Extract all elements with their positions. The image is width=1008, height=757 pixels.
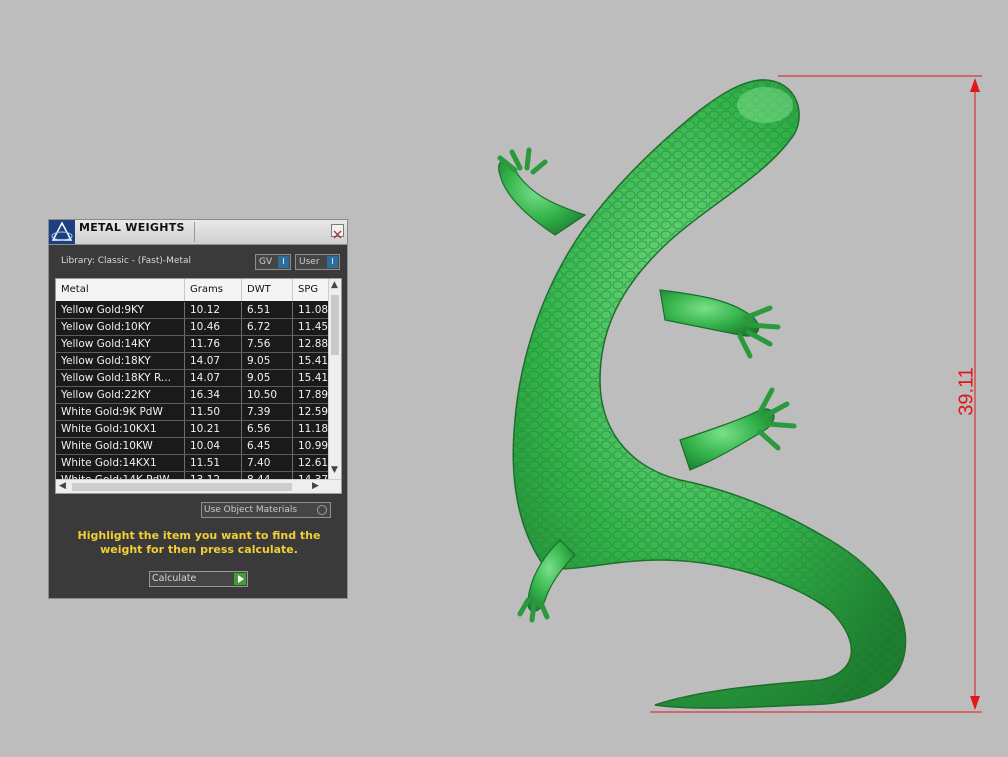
- spg-cell: 12.61: [293, 455, 333, 471]
- radio-icon: [317, 505, 327, 515]
- table-row[interactable]: Yellow Gold:18KY 14.07 9.05 15.41: [56, 353, 333, 370]
- metal-cell: Yellow Gold:9KY: [56, 302, 185, 318]
- column-header-dwt[interactable]: DWT: [242, 279, 293, 301]
- spg-cell: 12.88: [293, 336, 333, 352]
- column-header-spg[interactable]: SPG: [293, 279, 333, 301]
- dwt-cell: 6.51: [242, 302, 293, 318]
- horizontal-scroll-thumb[interactable]: [72, 483, 292, 491]
- panel-titlebar[interactable]: METAL WEIGHTS: [49, 220, 347, 245]
- dwt-cell: 6.72: [242, 319, 293, 335]
- gv-label: GV: [259, 257, 273, 267]
- dwt-cell: 7.56: [242, 336, 293, 352]
- grams-cell: 10.46: [185, 319, 242, 335]
- table-row[interactable]: Yellow Gold:10KY 10.46 6.72 11.45: [56, 319, 333, 336]
- table-row[interactable]: Yellow Gold:22KY 16.34 10.50 17.89: [56, 387, 333, 404]
- grams-cell: 11.50: [185, 404, 242, 420]
- grams-cell: 14.07: [185, 370, 242, 386]
- metal-cell: Yellow Gold:18KY: [56, 353, 185, 369]
- spg-cell: 11.08: [293, 302, 333, 318]
- spg-cell: 10.99: [293, 438, 333, 454]
- table-row[interactable]: White Gold:10KW 10.04 6.45 10.99: [56, 438, 333, 455]
- spg-cell: 15.41: [293, 353, 333, 369]
- spg-cell: 12.59: [293, 404, 333, 420]
- spg-cell: 11.45: [293, 319, 333, 335]
- metal-cell: White Gold:10KW: [56, 438, 185, 454]
- metal-cell: White Gold:9K PdW: [56, 404, 185, 420]
- vertical-scroll-thumb[interactable]: [331, 295, 339, 355]
- metal-weights-panel: METAL WEIGHTS Library: Classic - (Fast)-…: [48, 219, 348, 599]
- dwt-cell: 10.50: [242, 387, 293, 403]
- table-row[interactable]: White Gold:9K PdW 11.50 7.39 12.59: [56, 404, 333, 421]
- scroll-down-icon[interactable]: ▼: [331, 465, 338, 475]
- column-header-grams[interactable]: Grams: [185, 279, 242, 301]
- app-logo-icon: [49, 220, 75, 244]
- table-row[interactable]: Yellow Gold:9KY 10.12 6.51 11.08: [56, 302, 333, 319]
- use-object-materials-toggle[interactable]: Use Object Materials: [201, 502, 331, 518]
- grams-cell: 10.12: [185, 302, 242, 318]
- dimension-label: 39.11: [955, 367, 978, 416]
- calculate-button[interactable]: Calculate: [149, 571, 248, 587]
- dwt-cell: 7.40: [242, 455, 293, 471]
- title-divider: [194, 222, 195, 242]
- table-body: Yellow Gold:9KY 10.12 6.51 11.08 Yellow Gold…: [56, 302, 333, 489]
- grams-cell: 10.21: [185, 421, 242, 437]
- metal-cell: Yellow Gold:14KY: [56, 336, 185, 352]
- library-label: Library: Classic - (Fast)-Metal: [61, 256, 192, 266]
- dwt-cell: 6.45: [242, 438, 293, 454]
- gv-toggle[interactable]: GV I: [255, 254, 291, 270]
- table-row[interactable]: White Gold:14KX1 11.51 7.40 12.61: [56, 455, 333, 472]
- toggle-indicator-icon: I: [278, 256, 289, 268]
- scroll-up-icon[interactable]: ▲: [331, 280, 338, 290]
- dwt-cell: 9.05: [242, 370, 293, 386]
- grams-cell: 16.34: [185, 387, 242, 403]
- scroll-left-icon[interactable]: ◀: [59, 481, 66, 491]
- dwt-cell: 9.05: [242, 353, 293, 369]
- crocodile-model[interactable]: [360, 0, 1008, 753]
- metal-cell: White Gold:10KX1: [56, 421, 185, 437]
- grams-cell: 11.76: [185, 336, 242, 352]
- grams-cell: 14.07: [185, 353, 242, 369]
- use-object-materials-label: Use Object Materials: [204, 505, 298, 515]
- metal-cell: Yellow Gold:18KY R...: [56, 370, 185, 386]
- user-toggle[interactable]: User I: [295, 254, 340, 270]
- user-label: User: [299, 257, 320, 267]
- vertical-scrollbar[interactable]: ▲ ▼: [328, 279, 341, 479]
- 3d-viewport[interactable]: [360, 0, 1008, 753]
- calculate-label: Calculate: [152, 573, 197, 584]
- dwt-cell: 7.39: [242, 404, 293, 420]
- metal-table[interactable]: Metal Grams DWT SPG Yellow Gold:9KY 10.12…: [55, 278, 342, 494]
- panel-title: METAL WEIGHTS: [79, 221, 185, 234]
- table-header: Metal Grams DWT SPG: [56, 279, 333, 301]
- metal-cell: Yellow Gold:22KY: [56, 387, 185, 403]
- close-button[interactable]: [331, 224, 344, 239]
- dwt-cell: 6.56: [242, 421, 293, 437]
- column-header-metal[interactable]: Metal: [56, 279, 185, 301]
- toggle-indicator-icon: I: [327, 256, 338, 268]
- instruction-text: Highlight the item you want to find the …: [77, 529, 321, 556]
- table-row[interactable]: White Gold:10KX1 10.21 6.56 11.18: [56, 421, 333, 438]
- spg-cell: 17.89: [293, 387, 333, 403]
- grams-cell: 10.04: [185, 438, 242, 454]
- play-icon: [234, 573, 246, 585]
- scroll-right-icon[interactable]: ▶: [312, 481, 319, 491]
- metal-cell: White Gold:14KX1: [56, 455, 185, 471]
- metal-cell: Yellow Gold:10KY: [56, 319, 185, 335]
- table-row[interactable]: Yellow Gold:14KY 11.76 7.56 12.88: [56, 336, 333, 353]
- spg-cell: 11.18: [293, 421, 333, 437]
- close-icon: [333, 230, 342, 239]
- spg-cell: 15.41: [293, 370, 333, 386]
- horizontal-scrollbar[interactable]: ◀ ▶: [56, 479, 341, 493]
- grams-cell: 11.51: [185, 455, 242, 471]
- table-row[interactable]: Yellow Gold:18KY R... 14.07 9.05 15.41: [56, 370, 333, 387]
